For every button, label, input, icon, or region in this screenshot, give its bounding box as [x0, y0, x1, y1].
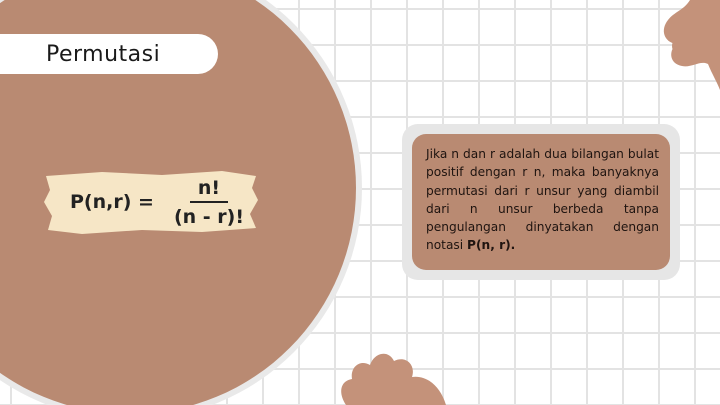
decorative-blob-top-right	[663, 0, 720, 90]
formula-fraction: n! (n - r)!	[168, 177, 250, 228]
formula-denominator: (n - r)!	[173, 205, 244, 228]
definition-notation: P(n, r).	[467, 238, 516, 253]
definition-text: Jika n dan r adalah dua bilangan bulat p…	[426, 145, 659, 255]
definition-card-inner: Jika n dan r adalah dua bilangan bulat p…	[412, 134, 670, 270]
definition-card: Jika n dan r adalah dua bilangan bulat p…	[402, 124, 680, 280]
decorative-blob-bottom	[341, 353, 446, 405]
title-pill: Permutasi	[0, 34, 218, 74]
formula-lhs: P(n,r) =	[70, 191, 154, 213]
definition-body: Jika n dan r adalah dua bilangan bulat p…	[426, 147, 659, 253]
permutation-formula: P(n,r) = n! (n - r)!	[70, 175, 250, 229]
formula-numerator: n!	[189, 177, 229, 203]
page-title: Permutasi	[46, 41, 161, 67]
